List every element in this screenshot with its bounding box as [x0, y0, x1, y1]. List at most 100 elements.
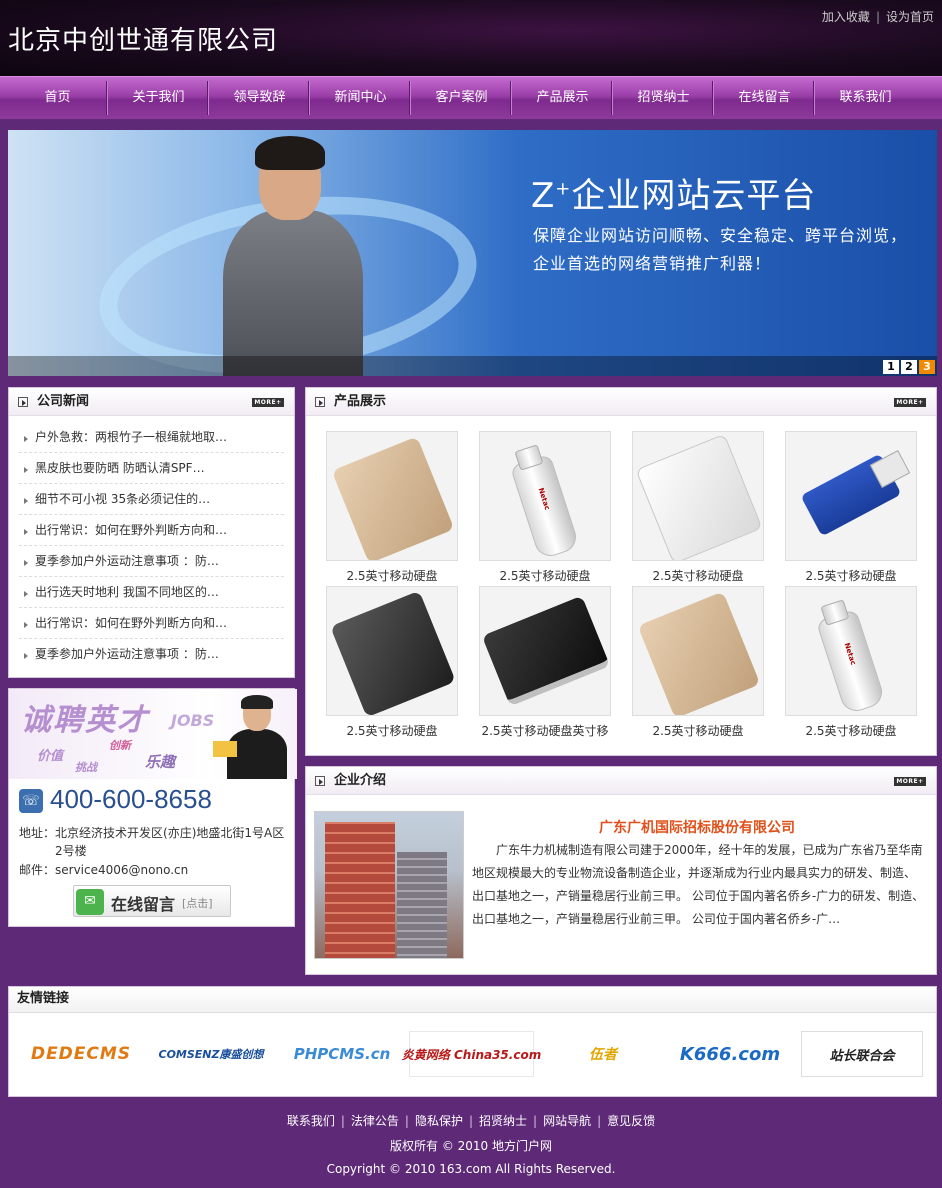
product-caption: 2.5英寸移动硬盘 [652, 724, 744, 738]
chat-bubble-icon: ✉ [76, 889, 104, 915]
news-item[interactable]: 夏季参加户外运动注意事项 ：防… [19, 546, 284, 577]
site-title: 北京中创世通有限公司 [8, 26, 279, 56]
section-bullet-icon [18, 397, 28, 407]
footer-link-contact[interactable]: 联系我们 [287, 1114, 335, 1128]
products-more-button[interactable]: MORE+ [894, 398, 926, 407]
section-bullet-icon [315, 776, 325, 786]
company-intro-panel: 企业介绍 MORE+ 广东广机国际招标股份有限公司 广东牛力机械制造有限公司建于… [305, 766, 937, 975]
banner-page-2[interactable]: 2 [901, 360, 917, 374]
company-building-image [314, 811, 464, 959]
news-item[interactable]: 黑皮肤也要防晒 防晒认清SPF… [19, 453, 284, 484]
news-item[interactable]: 夏季参加户外运动注意事项 ：防… [19, 639, 284, 670]
product-card[interactable]: Netac 2.5英寸移动硬盘 [479, 431, 611, 584]
jobs-word: 挑战 [75, 761, 97, 774]
nav-item-products[interactable]: 产品展示 [512, 77, 613, 119]
top-links: 加入收藏 | 设为首页 [822, 8, 934, 25]
product-card[interactable]: 2.5英寸移动硬盘 [785, 431, 917, 584]
product-image: Netac [479, 431, 611, 561]
company-intro-header: 企业介绍 MORE+ [306, 767, 936, 795]
phpcms-logo[interactable]: PHPCMS.cn [285, 1031, 399, 1077]
banner-subtitle-line2: 企业首选的网络营销推广利器！ [533, 254, 772, 273]
jobs-en-label: JOBS [171, 711, 215, 730]
nav-item-contact[interactable]: 联系我们 [815, 77, 916, 119]
news-item[interactable]: 出行常识：如何在野外判断方向和… [19, 608, 284, 639]
product-card[interactable]: 2.5英寸移动硬盘 [632, 586, 764, 739]
jobs-word: 价值 [37, 749, 64, 764]
product-card[interactable]: 2.5英寸移动硬盘 [326, 431, 458, 584]
message-button-label: 在线留言 [111, 895, 176, 914]
jobs-word: 乐趣 [145, 753, 176, 771]
nav-item-about[interactable]: 关于我们 [108, 77, 209, 119]
product-caption: 2.5英寸移动硬盘 [346, 569, 438, 583]
footer-link-legal[interactable]: 法律公告 [351, 1114, 399, 1128]
product-image [632, 431, 764, 561]
banner-page-1[interactable]: 1 [883, 360, 899, 374]
product-card[interactable]: 2.5英寸移动硬盘英寸移 [479, 586, 611, 739]
product-image [632, 586, 764, 716]
im286-logo[interactable]: 伍者 [544, 1031, 662, 1077]
jobs-title: 诚聘英才 [21, 703, 149, 738]
footer-link-divider: | [340, 1114, 345, 1128]
nav-item-message[interactable]: 在线留言 [714, 77, 815, 119]
friend-links-panel: 友情链接 DEDECMS COMSENZ康盛创想 PHPCMS.cn 炎黄网络 … [8, 986, 937, 1097]
news-item[interactable]: 出行常识：如何在野外判断方向和… [19, 515, 284, 546]
product-card[interactable]: 2.5英寸移动硬盘 [326, 586, 458, 739]
footer-rights: Copyright © 2010 163.com All Rights Rese… [326, 1162, 616, 1176]
company-news-title: 公司新闻 [37, 394, 90, 409]
set-homepage-link[interactable]: 设为首页 [886, 10, 934, 24]
banner-caption-bar [8, 356, 937, 376]
news-item[interactable]: 户外急救：两根竹子一根绳就地取… [19, 422, 284, 453]
company-intro-more-button[interactable]: MORE+ [894, 777, 926, 786]
products-title: 产品展示 [334, 394, 387, 409]
banner-subtitle-line1: 保障企业网站访问顺畅、安全稳定、跨平台浏览， [533, 226, 908, 245]
dedecms-logo[interactable]: DEDECMS [21, 1031, 141, 1077]
zzlhh-logo[interactable]: 站长联合会 [801, 1031, 923, 1077]
company-news-more-button[interactable]: MORE+ [252, 398, 284, 407]
china35-logo[interactable]: 炎黄网络 China35.com [402, 1031, 541, 1077]
nav-item-news[interactable]: 新闻中心 [310, 77, 411, 119]
nav-item-cases[interactable]: 客户案例 [411, 77, 512, 119]
products-panel: 产品展示 MORE+ 2.5英寸移动硬盘 Netac 2.5英寸移动硬盘 2.5… [305, 387, 937, 756]
site-header: 北京中创世通有限公司 加入收藏 | 设为首页 [0, 0, 942, 76]
news-list: 户外急救：两根竹子一根绳就地取… 黑皮肤也要防晒 防晒认清SPF… 细节不可小视… [9, 422, 294, 670]
jobs-word: 创新 [109, 739, 131, 752]
k666-logo[interactable]: K666.com [671, 1031, 789, 1077]
company-name[interactable]: 广东广机国际招标股份有限公司 [472, 817, 922, 837]
banner-pager: 123 [881, 359, 935, 374]
jobs-banner[interactable]: 诚聘英才 JOBS 创新 价值 挑战 乐趣 [9, 689, 297, 779]
footer-link-feedback[interactable]: 意见反馈 [607, 1114, 655, 1128]
section-bullet-icon [315, 397, 325, 407]
footer-link-divider: | [533, 1114, 538, 1128]
phone-number: 400-600-8658 [50, 784, 212, 814]
comsenz-logo[interactable]: COMSENZ康盛创想 [151, 1031, 271, 1077]
company-description: 广东牛力机械制造有限公司建于2000年，经十年的发展，已成为广东省乃至华南地区规… [472, 843, 925, 926]
product-caption: 2.5英寸移动硬盘 [805, 569, 897, 583]
footer-link-sitemap[interactable]: 网站导航 [543, 1114, 591, 1128]
nav-item-home[interactable]: 首页 [7, 77, 108, 119]
online-message-button[interactable]: ✉ 在线留言 [点击] [73, 885, 231, 917]
product-card[interactable]: Netac 2.5英寸移动硬盘 [785, 586, 917, 739]
footer-link-privacy[interactable]: 隐私保护 [415, 1114, 463, 1128]
product-caption: 2.5英寸移动硬盘 [499, 569, 591, 583]
news-item[interactable]: 细节不可小视 35条必须记住的… [19, 484, 284, 515]
main-nav: 首页 关于我们 领导致辞 新闻中心 客户案例 产品展示 招贤纳士 在线留言 联系… [0, 76, 942, 119]
add-favorite-link[interactable]: 加入收藏 [822, 10, 870, 24]
top-links-divider: | [875, 10, 880, 24]
banner-page-3[interactable]: 3 [919, 360, 935, 374]
jobs-person-image [213, 695, 287, 779]
nav-item-leadership[interactable]: 领导致辞 [209, 77, 310, 119]
nav-item-recruit[interactable]: 招贤纳士 [613, 77, 714, 119]
footer-link-divider: | [468, 1114, 474, 1128]
news-item[interactable]: 出行选天时地利 我国不同地区的… [19, 577, 284, 608]
hero-banner[interactable]: Z+企业网站云平台 保障企业网站访问顺畅、安全稳定、跨平台浏览， 企业首选的网络… [8, 130, 937, 376]
footer-link-recruit[interactable]: 招贤纳士 [479, 1114, 527, 1128]
product-image [326, 586, 458, 716]
company-news-header: 公司新闻 MORE+ [9, 388, 294, 416]
product-image: Netac [785, 586, 917, 716]
email-value[interactable]: service4006@nono.cn [55, 863, 188, 877]
banner-title: Z+企业网站云平台 [531, 176, 817, 216]
product-card[interactable]: 2.5英寸移动硬盘 [632, 431, 764, 584]
product-image [479, 586, 611, 716]
product-image [326, 431, 458, 561]
footer-link-divider: | [404, 1114, 409, 1128]
